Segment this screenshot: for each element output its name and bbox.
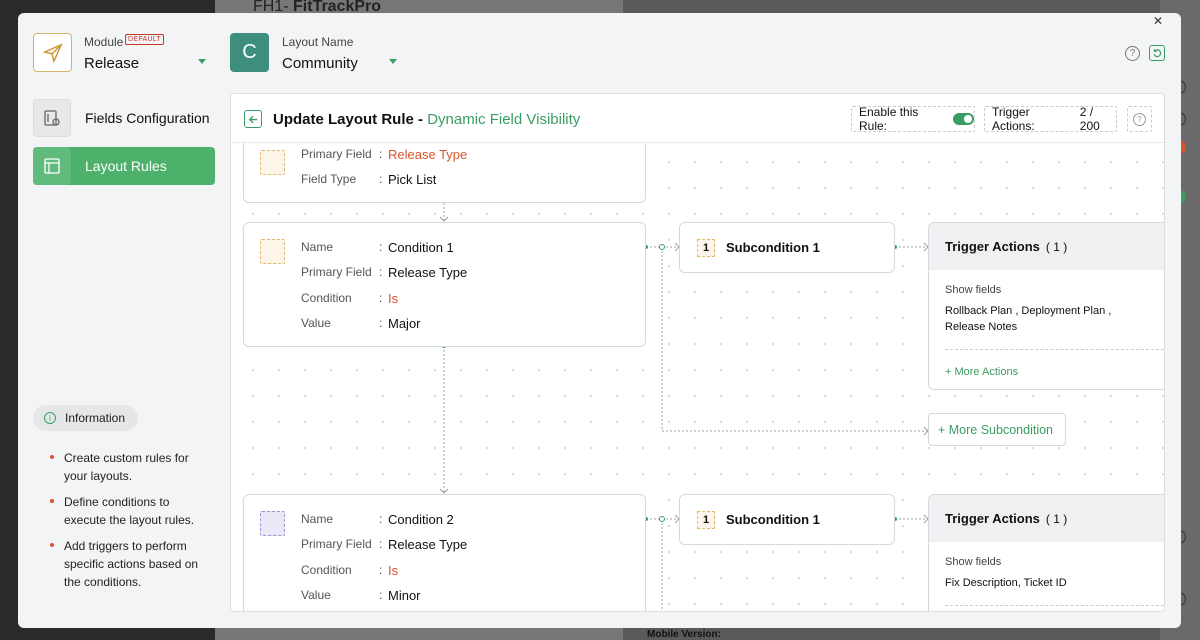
information-tips: Create custom rules for your layouts. De…	[50, 449, 201, 599]
divider	[945, 349, 1164, 350]
rule-help-button[interactable]: ?	[1127, 106, 1152, 132]
fields-config-icon	[33, 99, 71, 137]
condition-icon	[260, 511, 285, 536]
trigger-actions-header: Trigger Actions( 1 )	[929, 495, 1164, 542]
show-fields-list: Fix Description, Ticket ID	[945, 577, 1067, 589]
more-actions-link[interactable]: + More Actions	[945, 366, 1164, 378]
show-fields-label: Show fields	[945, 556, 1002, 568]
rule-name: Dynamic Field Visibility	[427, 111, 581, 128]
help-icon: ?	[1133, 112, 1146, 126]
information-chip: i Information	[33, 405, 139, 431]
rule-title: Update Layout Rule - Dynamic Field Visib…	[273, 111, 581, 128]
show-fields-label: Show fields	[945, 284, 1002, 296]
divider	[945, 605, 1164, 606]
rule-editor-panel: Update Layout Rule - Dynamic Field Visib…	[230, 93, 1165, 612]
show-fields-list: Rollback Plan , Deployment Plan , Releas…	[945, 305, 1112, 333]
tip-item: Create custom rules for your layouts.	[50, 449, 201, 485]
condition-value-row: Value: Major	[301, 316, 421, 331]
trigger-actions-header: Trigger Actions( 1 )	[929, 223, 1164, 270]
layout-rules-icon	[33, 147, 71, 185]
condition-card[interactable]: Name: Condition 2 Primary Field: Release T…	[243, 494, 646, 611]
layout-name-label: Layout Name	[282, 35, 354, 49]
paper-plane-icon	[42, 42, 63, 63]
condition-name-row: Name: Condition 2	[301, 512, 454, 527]
trigger-actions-value: 2 / 200	[1079, 105, 1100, 133]
condition-primary-field-row: Primary Field: Release Type	[301, 265, 468, 280]
trigger-actions-counter: Trigger Actions: 2 / 200	[984, 105, 1117, 133]
nav-fields-configuration[interactable]: Fields Configuration	[33, 99, 215, 137]
layout-select[interactable]: Community	[282, 55, 358, 72]
nav-layout-rules[interactable]: Layout Rules	[33, 147, 215, 185]
trigger-actions-card[interactable]: Trigger Actions( 1 ) Show fields Rollbac…	[928, 222, 1164, 390]
trigger-actions-card[interactable]: Trigger Actions( 1 ) Show fields Fix Des…	[928, 494, 1164, 611]
module-label: Module	[84, 35, 124, 49]
rule-editor-header: Update Layout Rule - Dynamic Field Visib…	[231, 94, 1164, 143]
enable-rule-toggle[interactable]	[952, 113, 974, 125]
primary-field-icon	[260, 150, 285, 175]
module-select[interactable]: Release	[84, 55, 139, 72]
layout-avatar: C	[230, 33, 269, 72]
reset-icon[interactable]	[1149, 45, 1165, 61]
subcondition-label: Subcondition 1	[726, 512, 820, 527]
chevron-down-icon[interactable]	[389, 59, 397, 64]
condition-icon	[260, 239, 285, 264]
tip-item: Define conditions to execute the layout …	[50, 493, 201, 529]
background-mobile-version: Mobile Version:	[647, 629, 721, 640]
back-button[interactable]	[244, 110, 262, 128]
subcondition-number: 1	[697, 238, 715, 257]
close-icon[interactable]: ✕	[1151, 15, 1165, 27]
more-subcondition-button[interactable]: + More Subcondition	[928, 413, 1066, 446]
information-title: Information	[65, 411, 126, 425]
enable-rule-label: Enable this Rule:	[859, 105, 919, 133]
condition-operator-row: Condition: Is	[301, 563, 399, 578]
condition-card[interactable]: Name: Condition 1 Primary Field: Release T…	[243, 222, 646, 347]
default-badge: DEFAULT	[125, 34, 165, 45]
subcondition-card[interactable]: 1 Subcondition 1	[679, 222, 895, 273]
arrow-left-icon	[248, 115, 257, 123]
nav-fields-label: Fields Configuration	[85, 110, 210, 126]
module-icon	[33, 33, 72, 72]
condition-name-row: Name: Condition 1	[301, 240, 454, 255]
layout-rules-modal: ✕ Module DEFAULT Release C Layout Name C…	[18, 13, 1181, 628]
subcondition-number: 1	[697, 510, 715, 529]
primary-field-row: Primary Field: Release Type	[301, 147, 468, 162]
condition-value-row: Value: Minor	[301, 588, 421, 603]
trigger-actions-label: Trigger Actions:	[992, 105, 1035, 133]
tip-item: Add triggers to perform specific actions…	[50, 537, 201, 591]
enable-rule-control: Enable this Rule:	[851, 105, 975, 133]
subcondition-label: Subcondition 1	[726, 240, 820, 255]
chevron-down-icon[interactable]	[198, 59, 206, 64]
subcondition-card[interactable]: 1 Subcondition 1	[679, 494, 895, 545]
field-type-row: Field Type: Pick List	[301, 172, 437, 187]
condition-primary-field-row: Primary Field: Release Type	[301, 537, 468, 552]
condition-operator-row: Condition: Is	[301, 291, 399, 306]
nav-layout-rules-label: Layout Rules	[85, 158, 167, 174]
rule-flow-canvas[interactable]: Primary Field: Release Type Field Type: Pi…	[231, 123, 1164, 611]
info-icon: i	[44, 412, 56, 424]
help-icon[interactable]: ?	[1125, 46, 1140, 61]
